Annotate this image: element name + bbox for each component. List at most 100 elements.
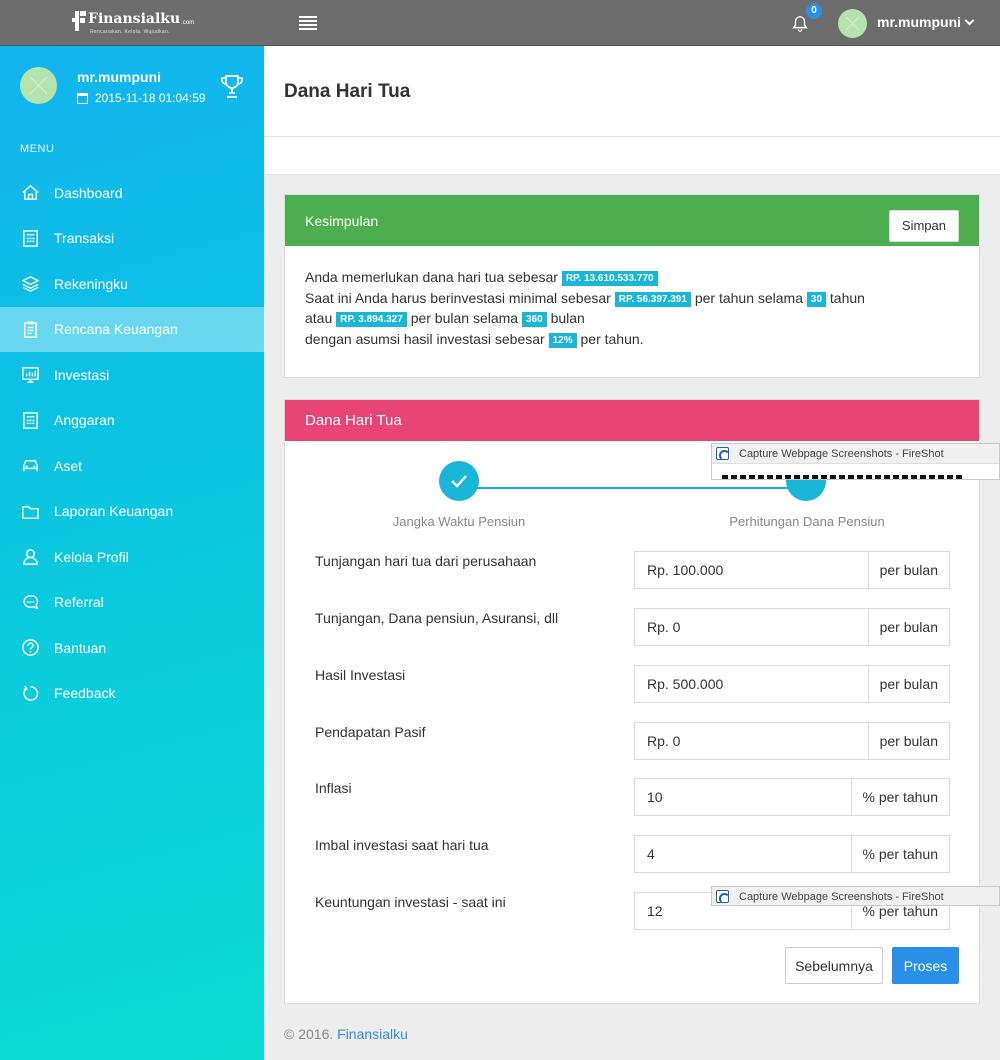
sidebar-item-rencana-keuangan[interactable]: Rencana Keuangan	[0, 306, 264, 352]
sidebar-item-label: Dashboard	[54, 184, 123, 201]
sidebar-item-bantuan[interactable]: Bantuan	[0, 625, 264, 671]
inflation-input[interactable]	[635, 779, 851, 815]
years-badge: 30	[806, 291, 827, 307]
user-menu-name: mr.mumpuni	[877, 14, 962, 30]
fireshot-icon	[716, 890, 730, 904]
sidebar-item-investasi[interactable]: Investasi	[0, 352, 264, 398]
summary-panel: Kesimpulan Simpan Anda memerlukan dana h…	[284, 194, 980, 378]
logo-tagline: Rencanakan. Kelola. Wujudkan.	[90, 29, 170, 35]
sidebar-item-label: Transaksi	[54, 230, 115, 247]
sidebar-item-feedback[interactable]: Feedback	[0, 671, 264, 717]
process-button[interactable]: Proses	[892, 947, 959, 984]
sidebar-item-label: Investasi	[54, 366, 110, 383]
form-row-other-benefits: Tunjangan, Dana pensiun, Asuransi, dll p…	[315, 608, 951, 646]
chart-icon	[20, 365, 40, 385]
logo[interactable]: Finansialku .com Rencanakan. Kelola. Wuj…	[72, 10, 194, 36]
sidebar-item-label: Referral	[54, 594, 104, 611]
retirement-return-input[interactable]	[635, 836, 851, 872]
sidebar-item-laporan-keuangan[interactable]: Laporan Keuangan	[0, 489, 264, 535]
sidebar-datetime: 2015-11-18 01:04:59	[77, 91, 206, 105]
footer-copyright: © 2016.	[284, 1026, 334, 1042]
bell-icon[interactable]	[791, 14, 809, 34]
summary-line-4: dengan asumsi hasil investasi sebesar 12…	[305, 330, 644, 348]
sidebar-item-label: Rekeningku	[54, 275, 128, 292]
fireshot-popup[interactable]: Capture Webpage Screenshots - FireShot	[711, 443, 1000, 480]
wizard-progress-line	[459, 487, 807, 489]
sidebar-user-block: mr.mumpuni 2015-11-18 01:04:59	[0, 46, 264, 136]
page-title: Dana Hari Tua	[284, 81, 411, 102]
fireshot-title: Capture Webpage Screenshots - FireShot	[739, 890, 944, 903]
form-panel: Dana Hari Tua Jangka Waktu Pensiun Perhi…	[284, 399, 980, 1004]
sidebar-item-label: Laporan Keuangan	[54, 503, 174, 520]
check-icon	[451, 475, 467, 488]
summary-line-1: Anda memerlukan dana hari tua sebesar RP…	[305, 267, 959, 288]
fireshot-obscured-text	[722, 475, 962, 479]
form-row-inflation: Inflasi % per tahun	[315, 778, 951, 816]
save-button[interactable]: Simpan	[888, 210, 959, 242]
trophy-icon[interactable]	[220, 74, 244, 100]
form-panel-header: Dana Hari Tua	[285, 400, 979, 441]
sidebar-item-kelola-profil[interactable]: Kelola Profil	[0, 534, 264, 580]
footer-brand-link[interactable]: Finansialku	[337, 1026, 408, 1042]
form-row-retirement-return: Imbal investasi saat hari tua % per tahu…	[315, 835, 951, 873]
sidebar-datetime-text: 2015-11-18 01:04:59	[95, 91, 206, 105]
sidebar-item-dashboard[interactable]: Dashboard	[0, 170, 264, 216]
wizard-step-2-label: Perhitungan Dana Pensiun	[729, 514, 885, 529]
form-panel-title: Dana Hari Tua	[305, 412, 402, 429]
notification-badge: 0	[806, 3, 822, 19]
user-icon	[20, 547, 40, 567]
sidebar-item-label: Kelola Profil	[54, 548, 129, 565]
sidebar-menu: Dashboard Transaksi Rekeningku Rencana K…	[0, 170, 264, 716]
clipboard-icon	[20, 319, 40, 339]
sidebar-item-label: Bantuan	[54, 639, 107, 656]
help-icon	[20, 638, 40, 658]
unit-addon: per bulan	[867, 609, 949, 645]
footer: © 2016. Finansialku	[284, 1026, 408, 1042]
refresh-icon	[20, 683, 40, 703]
yearly-investment-badge: RP. 56.397.391	[614, 291, 691, 307]
form-row-passive-income: Pendapatan Pasif per bulan	[315, 722, 951, 760]
summary-panel-header: Kesimpulan Simpan	[285, 195, 979, 246]
sidebar-item-label: Rencana Keuangan	[54, 321, 178, 338]
retirement-fund-badge: RP. 13.610.533.770	[561, 271, 658, 286]
sidebar-username: mr.mumpuni	[77, 69, 162, 85]
unit-addon: % per tahun	[850, 836, 949, 872]
wizard-step-1[interactable]	[439, 461, 479, 501]
unit-addon: % per tahun	[850, 779, 949, 815]
company-pension-input[interactable]	[635, 552, 868, 588]
previous-button[interactable]: Sebelumnya	[785, 947, 883, 984]
home-icon	[20, 183, 40, 203]
return-rate-badge: 12%	[548, 332, 577, 348]
calculator-icon	[20, 228, 40, 248]
unit-addon: per bulan	[867, 723, 949, 759]
other-benefits-input[interactable]	[635, 609, 868, 645]
investment-yield-input[interactable]	[635, 666, 868, 702]
summary-line-2: Saat ini Anda harus berinvestasi minimal…	[305, 289, 865, 307]
fireshot-popup[interactable]: Capture Webpage Screenshots - FireShot	[711, 886, 1000, 906]
passive-income-input[interactable]	[635, 723, 868, 759]
sidebar-item-label: Aset	[54, 457, 83, 474]
wizard-step-1-label: Jangka Waktu Pensiun	[392, 514, 526, 529]
logo-suffix: .com	[181, 20, 195, 26]
monthly-investment-badge: RP. 3.894.327	[336, 312, 407, 327]
fireshot-title: Capture Webpage Screenshots - FireShot	[739, 447, 944, 460]
folder-icon	[20, 501, 40, 521]
sidebar-item-anggaran[interactable]: Anggaran	[0, 398, 264, 444]
page-header: Dana Hari Tua	[264, 46, 1000, 137]
menu-toggle-icon[interactable]	[299, 15, 317, 30]
sidebar-item-label: Anggaran	[54, 412, 115, 429]
sidebar-item-referral[interactable]: Referral	[0, 580, 264, 626]
user-menu[interactable]: mr.mumpuni	[877, 14, 975, 30]
form-row-company-pension: Tunjangan hari tua dari perusahaan per b…	[315, 551, 951, 589]
sidebar-item-aset[interactable]: Aset	[0, 443, 264, 489]
months-badge: 360	[521, 312, 547, 327]
car-icon	[20, 456, 40, 476]
calculator-icon	[20, 410, 40, 430]
calendar-icon	[77, 92, 88, 104]
avatar[interactable]	[838, 9, 867, 38]
sidebar-item-label: Feedback	[54, 685, 116, 702]
sidebar-item-rekeningku[interactable]: Rekeningku	[0, 261, 264, 307]
unit-addon: per bulan	[867, 666, 949, 702]
sidebar-item-transaksi[interactable]: Transaksi	[0, 216, 264, 262]
sidebar-avatar	[20, 67, 57, 104]
